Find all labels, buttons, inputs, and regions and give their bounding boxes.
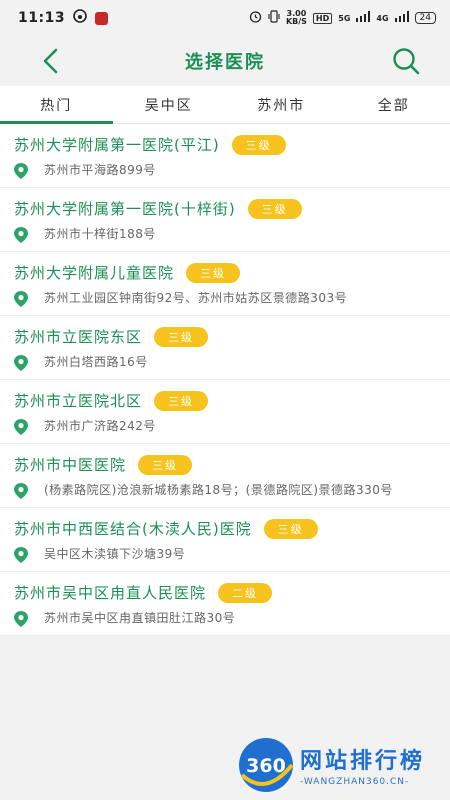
hospital-address: 吴中区木渎镇下沙塘39号: [44, 547, 186, 561]
hospital-name: 苏州市中医医院: [14, 456, 127, 474]
back-button[interactable]: [36, 47, 64, 75]
hospital-name: 苏州市立医院东区: [14, 328, 143, 346]
hospital-item[interactable]: 苏州市吴中区甪直人民医院 二级 苏州市吴中区甪直镇田肚江路30号: [0, 572, 450, 636]
speed-unit: KB/S: [285, 17, 307, 26]
level-badge: 三级: [154, 326, 209, 347]
hospital-address: 苏州白塔西路16号: [44, 355, 148, 369]
level-badge: 三级: [154, 390, 209, 411]
hospital-item[interactable]: 苏州市立医院东区 三级 苏州白塔西路16号: [0, 316, 450, 380]
tab-all[interactable]: 全部: [338, 86, 450, 123]
battery-indicator: 24: [414, 12, 436, 24]
hospital-address: 苏州工业园区钟南街92号、苏州市姑苏区景德路303号: [44, 291, 348, 305]
hospital-name: 苏州大学附属儿童医院: [14, 264, 175, 282]
hd-tag: HD: [312, 12, 333, 24]
search-icon: [393, 48, 420, 75]
level-badge: 三级: [231, 134, 286, 155]
level-badge: 二级: [218, 582, 273, 603]
hospital-item[interactable]: 苏州市中西医结合(木渎人民)医院 三级 吴中区木渎镇下沙塘39号: [0, 508, 450, 572]
level-badge: 三级: [263, 518, 318, 539]
weibo-icon: [73, 9, 87, 27]
location-pin-icon: [14, 290, 32, 307]
hospital-item[interactable]: 苏州大学附属儿童医院 三级 苏州工业园区钟南街92号、苏州市姑苏区景德路303号: [0, 252, 450, 316]
location-pin-icon: [14, 482, 32, 499]
app-notification-icon: [95, 11, 109, 25]
hospital-name: 苏州市吴中区甪直人民医院: [14, 584, 207, 602]
tab-hot[interactable]: 热门: [0, 86, 113, 124]
net-4g: 4G: [376, 13, 389, 23]
location-pin-icon: [14, 226, 32, 243]
alarm-icon: [249, 10, 262, 26]
hospital-address: (杨素路院区)沧浪新城杨素路18号；(景德路院区)景德路330号: [44, 483, 393, 497]
location-pin-icon: [14, 162, 32, 179]
hospital-item[interactable]: 苏州大学附属第一医院(平江) 三级 苏州市平海路899号: [0, 124, 450, 188]
header: 选择医院: [0, 36, 450, 86]
vibrate-icon: [268, 10, 280, 26]
tab-wuzhong[interactable]: 吴中区: [113, 86, 226, 123]
hospital-name: 苏州市中西医结合(木渎人民)医院: [14, 520, 252, 538]
hospital-item[interactable]: 苏州市立医院北区 三级 苏州市广济路242号: [0, 380, 450, 444]
location-pin-icon: [14, 546, 32, 563]
search-button[interactable]: [390, 46, 422, 76]
location-pin-icon: [14, 418, 32, 435]
level-badge: 三级: [138, 454, 193, 475]
page-title: 选择医院: [185, 52, 265, 73]
level-badge: 三级: [247, 198, 302, 219]
tab-bar: 热门 吴中区 苏州市 全部: [0, 86, 450, 124]
location-pin-icon: [14, 354, 32, 371]
status-bar: 11:13 3.00 KB/S HD 5G 4G 24: [0, 0, 450, 36]
network-speed: 3.00 KB/S: [286, 10, 307, 26]
hospital-item[interactable]: 苏州市中医医院 三级 (杨素路院区)沧浪新城杨素路18号；(景德路院区)景德路3…: [0, 444, 450, 508]
watermark-title: 网站排行榜: [300, 749, 426, 774]
signal-icon: [356, 11, 371, 25]
hospital-name: 苏州大学附属第一医院(十梓街): [14, 200, 236, 218]
net-5g: 5G: [338, 13, 351, 23]
watermark-logo-icon: 360: [239, 738, 294, 792]
hospital-list: 苏州大学附属第一医院(平江) 三级 苏州市平海路899号 苏州大学附属第一医院(…: [0, 124, 450, 636]
chevron-left-icon: [43, 48, 58, 74]
hospital-address: 苏州市吴中区甪直镇田肚江路30号: [44, 611, 236, 625]
hospital-address: 苏州市十梓街188号: [44, 227, 156, 241]
site-watermark: 360 网站排行榜 -WANGZHAN360.CN-: [236, 730, 450, 800]
watermark-subtitle: -WANGZHAN360.CN-: [300, 777, 410, 787]
location-pin-icon: [14, 610, 32, 627]
hospital-item[interactable]: 苏州大学附属第一医院(十梓街) 三级 苏州市十梓街188号: [0, 188, 450, 252]
hospital-address: 苏州市广济路242号: [44, 419, 156, 433]
tab-suzhou[interactable]: 苏州市: [225, 86, 338, 123]
status-time: 11:13: [18, 10, 66, 26]
signal-icon-2: [394, 11, 409, 25]
hospital-name: 苏州市立医院北区: [14, 392, 143, 410]
level-badge: 三级: [186, 262, 241, 283]
hospital-name: 苏州大学附属第一医院(平江): [14, 136, 220, 154]
watermark-logo-text: 360: [246, 755, 286, 777]
hospital-address: 苏州市平海路899号: [44, 163, 156, 177]
